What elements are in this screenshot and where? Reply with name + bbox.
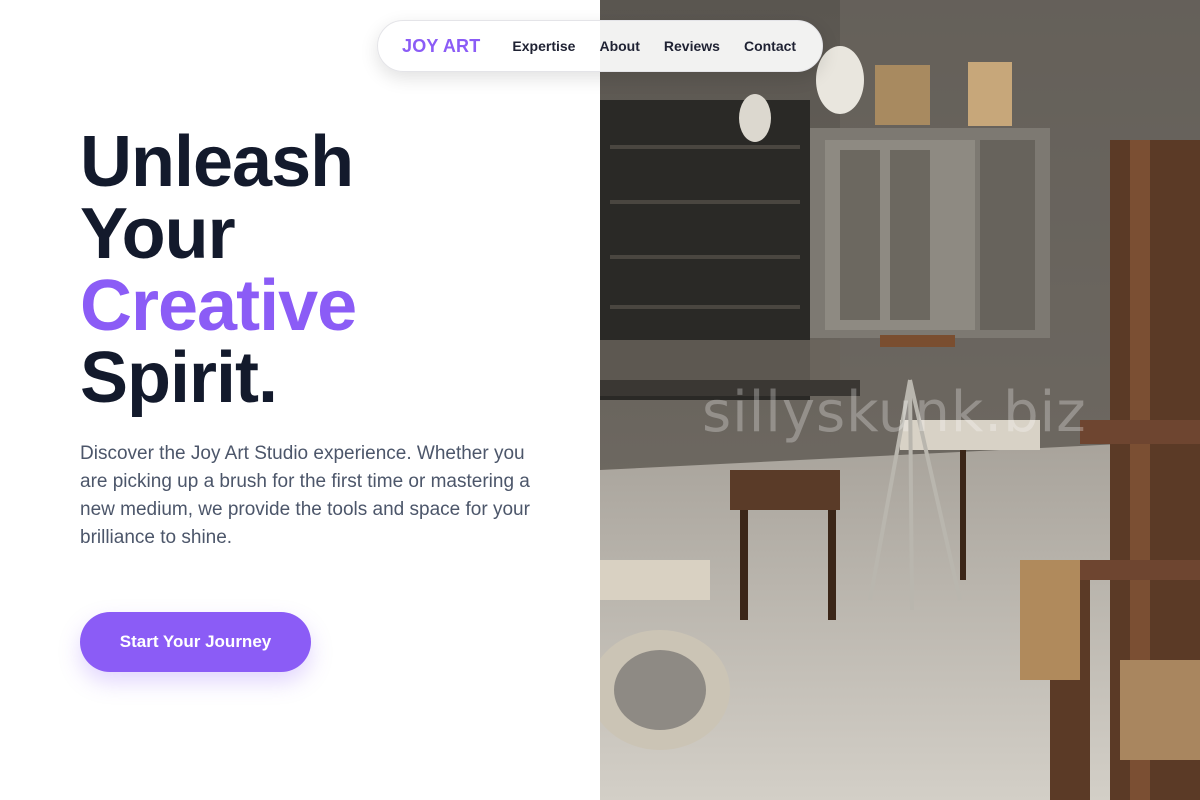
hero-headline: Unleash Your Creative Spirit. (80, 122, 357, 418)
nav-link-expertise[interactable]: Expertise (512, 38, 575, 54)
nav-link-reviews[interactable]: Reviews (664, 38, 720, 54)
headline-line-4: Spirit. (80, 338, 278, 418)
nav-link-contact[interactable]: Contact (744, 38, 796, 54)
nav-link-about[interactable]: About (599, 38, 639, 54)
headline-line-accent: Creative (80, 266, 357, 346)
watermark-text: sillyskunk.biz (702, 380, 1087, 445)
headline-line-1: Unleash (80, 122, 354, 202)
headline-line-2: Your (80, 194, 236, 274)
hero-description: Discover the Joy Art Studio experience. … (80, 443, 530, 548)
hero-image: sillyskunk.biz (600, 0, 1200, 800)
top-navigation: JOY ART Expertise About Reviews Contact (377, 20, 823, 72)
start-journey-button[interactable]: Start Your Journey (80, 612, 311, 672)
brand-logo[interactable]: JOY ART (402, 36, 480, 57)
